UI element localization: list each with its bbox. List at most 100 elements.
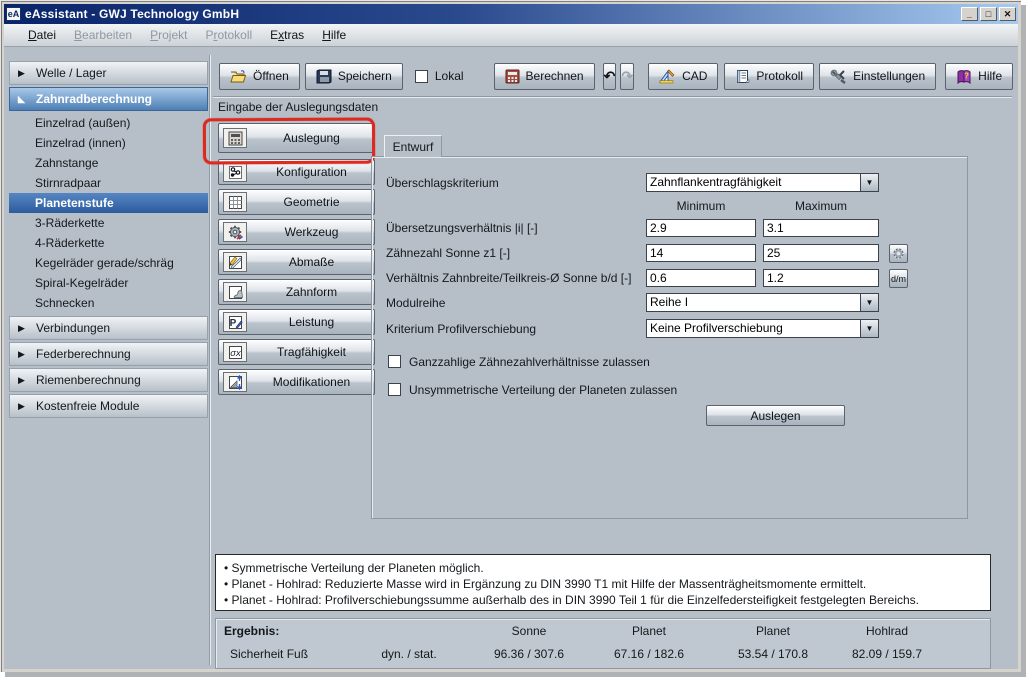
asymmetric-distribution-checkbox[interactable] bbox=[388, 383, 401, 396]
sidebar-item-zahnstange[interactable]: Zahnstange bbox=[9, 153, 208, 173]
chevron-down-icon: ▼ bbox=[866, 324, 874, 333]
nav-konfiguration-button[interactable]: Konfiguration bbox=[218, 159, 375, 185]
results-col-planet1: Planet bbox=[589, 624, 709, 638]
nav-modifikationen-button[interactable]: Modifikationen bbox=[218, 369, 375, 395]
menu-protokoll: Protokoll bbox=[196, 26, 261, 44]
gear-icon bbox=[223, 222, 247, 242]
gear-icon bbox=[892, 247, 905, 260]
toolbar-separator bbox=[213, 96, 1012, 98]
message-line: • Symmetrische Verteilung der Planeten m… bbox=[224, 560, 982, 576]
criterion-dropdown[interactable]: Zahnflankentragfähigkeit ▼ bbox=[646, 173, 879, 192]
nav-abmasse-button[interactable]: Abmaße bbox=[218, 249, 375, 275]
minimize-button[interactable]: _ bbox=[961, 7, 978, 21]
svg-text:?: ? bbox=[964, 71, 969, 80]
results-value-planet2: 53.54 / 170.8 bbox=[713, 647, 833, 661]
width-ratio-max-input[interactable] bbox=[763, 269, 879, 287]
cad-button[interactable]: CAD bbox=[648, 63, 718, 90]
sidebar-item-kegelraeder[interactable]: Kegelräder gerade/schräg bbox=[9, 253, 208, 273]
results-col-planet2: Planet bbox=[713, 624, 833, 638]
menu-datei[interactable]: Datei bbox=[19, 26, 65, 44]
undo-button[interactable]: ↶ bbox=[603, 63, 617, 90]
sidebar-section-riemenberechnung[interactable]: ▶ Riemenberechnung bbox=[9, 368, 208, 392]
chevron-right-icon: ▶ bbox=[18, 349, 28, 360]
local-checkbox[interactable] bbox=[415, 70, 428, 83]
menu-extras[interactable]: Extras bbox=[261, 26, 313, 44]
ratio-min-input[interactable] bbox=[646, 219, 756, 237]
nav-werkzeug-button[interactable]: Werkzeug bbox=[218, 219, 375, 245]
results-value-hohlrad: 82.09 / 159.7 bbox=[827, 647, 947, 661]
nav-leistung-button[interactable]: P Leistung bbox=[218, 309, 375, 335]
sidebar-section-kostenfreie-module[interactable]: ▶ Kostenfreie Module bbox=[9, 394, 208, 418]
sidebar-section-zahnradberechnung[interactable]: ◣ Zahnradberechnung bbox=[9, 87, 208, 111]
chevron-right-icon: ▶ bbox=[18, 323, 28, 334]
profile-shift-dropdown[interactable]: Keine Profilverschiebung ▼ bbox=[646, 319, 879, 338]
dm-toggle-button[interactable]: d/m bbox=[889, 269, 908, 288]
app-icon: eA bbox=[6, 7, 21, 21]
toolbar: Öffnen Speichern Lokal Berechnen ↶ ↷ CAD bbox=[213, 59, 1013, 93]
sidebar: ▶ Welle / Lager ◣ Zahnradberechnung Einz… bbox=[9, 61, 208, 420]
redo-button: ↷ bbox=[620, 63, 634, 90]
results-col-sonne: Sonne bbox=[469, 624, 589, 638]
sidebar-divider bbox=[209, 55, 211, 665]
chevron-right-icon: ▶ bbox=[18, 401, 28, 412]
power-icon: P bbox=[223, 312, 247, 332]
gear-picker-button[interactable] bbox=[889, 244, 908, 263]
nav-auslegung-button[interactable]: Auslegung bbox=[218, 123, 375, 153]
nav-tragfaehigkeit-button[interactable]: σx Tragfähigkeit bbox=[218, 339, 375, 365]
teeth-min-input[interactable] bbox=[646, 244, 756, 262]
title-bar: eA eAssistant - GWJ Technology GmbH _ □ … bbox=[4, 4, 1018, 24]
help-button[interactable]: ? Hilfe bbox=[945, 63, 1013, 90]
maximum-header: Maximum bbox=[763, 199, 879, 213]
module-series-label: Modulreihe bbox=[386, 296, 445, 310]
calculator-icon bbox=[223, 128, 247, 148]
sidebar-item-einzelrad-aussen[interactable]: Einzelrad (außen) bbox=[9, 113, 208, 133]
save-button[interactable]: Speichern bbox=[305, 63, 403, 90]
ratio-max-input[interactable] bbox=[763, 219, 879, 237]
sidebar-item-stirnradpaar[interactable]: Stirnradpaar bbox=[9, 173, 208, 193]
design-button[interactable]: Auslegen bbox=[706, 405, 845, 426]
menu-bearbeiten: Bearbeiten bbox=[65, 26, 141, 44]
results-value-sonne: 96.36 / 307.6 bbox=[469, 647, 589, 661]
sidebar-item-spiral-kegelraeder[interactable]: Spiral-Kegelräder bbox=[9, 273, 208, 293]
set-square-pencil-icon bbox=[659, 69, 676, 84]
settings-button[interactable]: Einstellungen bbox=[819, 63, 936, 90]
nav-geometrie-button[interactable]: Geometrie bbox=[218, 189, 375, 215]
undo-icon: ↶ bbox=[604, 68, 616, 85]
sidebar-item-schnecken[interactable]: Schnecken bbox=[9, 293, 208, 313]
local-checkbox-label: Lokal bbox=[435, 69, 464, 83]
sigma-icon: σx bbox=[223, 342, 247, 362]
help-book-icon: ? bbox=[956, 69, 972, 84]
results-col-hohlrad: Hohlrad bbox=[827, 624, 947, 638]
sidebar-section-federberechnung[interactable]: ▶ Federberechnung bbox=[9, 342, 208, 366]
protocol-button[interactable]: Protokoll bbox=[724, 63, 814, 90]
ruler-pencil-icon bbox=[223, 252, 247, 272]
page-title: Eingabe der Auslegungsdaten bbox=[218, 100, 378, 114]
chevron-down-icon: ▼ bbox=[866, 298, 874, 307]
open-button[interactable]: Öffnen bbox=[219, 63, 300, 90]
module-series-dropdown[interactable]: Reihe I ▼ bbox=[646, 293, 879, 312]
tab-entwurf[interactable]: Entwurf bbox=[384, 135, 442, 157]
sidebar-item-3-raederkette[interactable]: 3-Räderkette bbox=[9, 213, 208, 233]
results-row-label: Sicherheit Fuß bbox=[230, 647, 308, 661]
sidebar-item-einzelrad-innen[interactable]: Einzelrad (innen) bbox=[9, 133, 208, 153]
nav-button-column: Auslegung Konfiguration Geometrie Werkze… bbox=[218, 123, 375, 399]
nav-zahnform-button[interactable]: Zahnform bbox=[218, 279, 375, 305]
close-button[interactable]: ✕ bbox=[999, 7, 1016, 21]
width-ratio-min-input[interactable] bbox=[646, 269, 756, 287]
sidebar-item-4-raederkette[interactable]: 4-Räderkette bbox=[9, 233, 208, 253]
results-value-planet1: 67.16 / 182.6 bbox=[589, 647, 709, 661]
menu-hilfe[interactable]: Hilfe bbox=[313, 26, 355, 44]
chevron-right-icon: ▶ bbox=[18, 375, 28, 386]
sidebar-section-verbindungen[interactable]: ▶ Verbindungen bbox=[9, 316, 208, 340]
design-form-panel: Überschlagskriterium Zahnflankentragfähi… bbox=[371, 156, 968, 519]
teeth-max-input[interactable] bbox=[763, 244, 879, 262]
calculator-icon bbox=[505, 69, 520, 84]
ratio-label: Übersetzungsverhältnis |i| [-] bbox=[386, 221, 538, 235]
teeth-label: Zähnezahl Sonne z1 [-] bbox=[386, 246, 510, 260]
sidebar-item-planetenstufe[interactable]: Planetenstufe bbox=[9, 193, 208, 213]
sidebar-section-welle-lager[interactable]: ▶ Welle / Lager bbox=[9, 61, 208, 85]
integer-ratio-checkbox[interactable] bbox=[388, 355, 401, 368]
local-checkbox-row: Lokal bbox=[415, 69, 464, 83]
maximize-button[interactable]: □ bbox=[980, 7, 997, 21]
calculate-button[interactable]: Berechnen bbox=[494, 63, 595, 90]
